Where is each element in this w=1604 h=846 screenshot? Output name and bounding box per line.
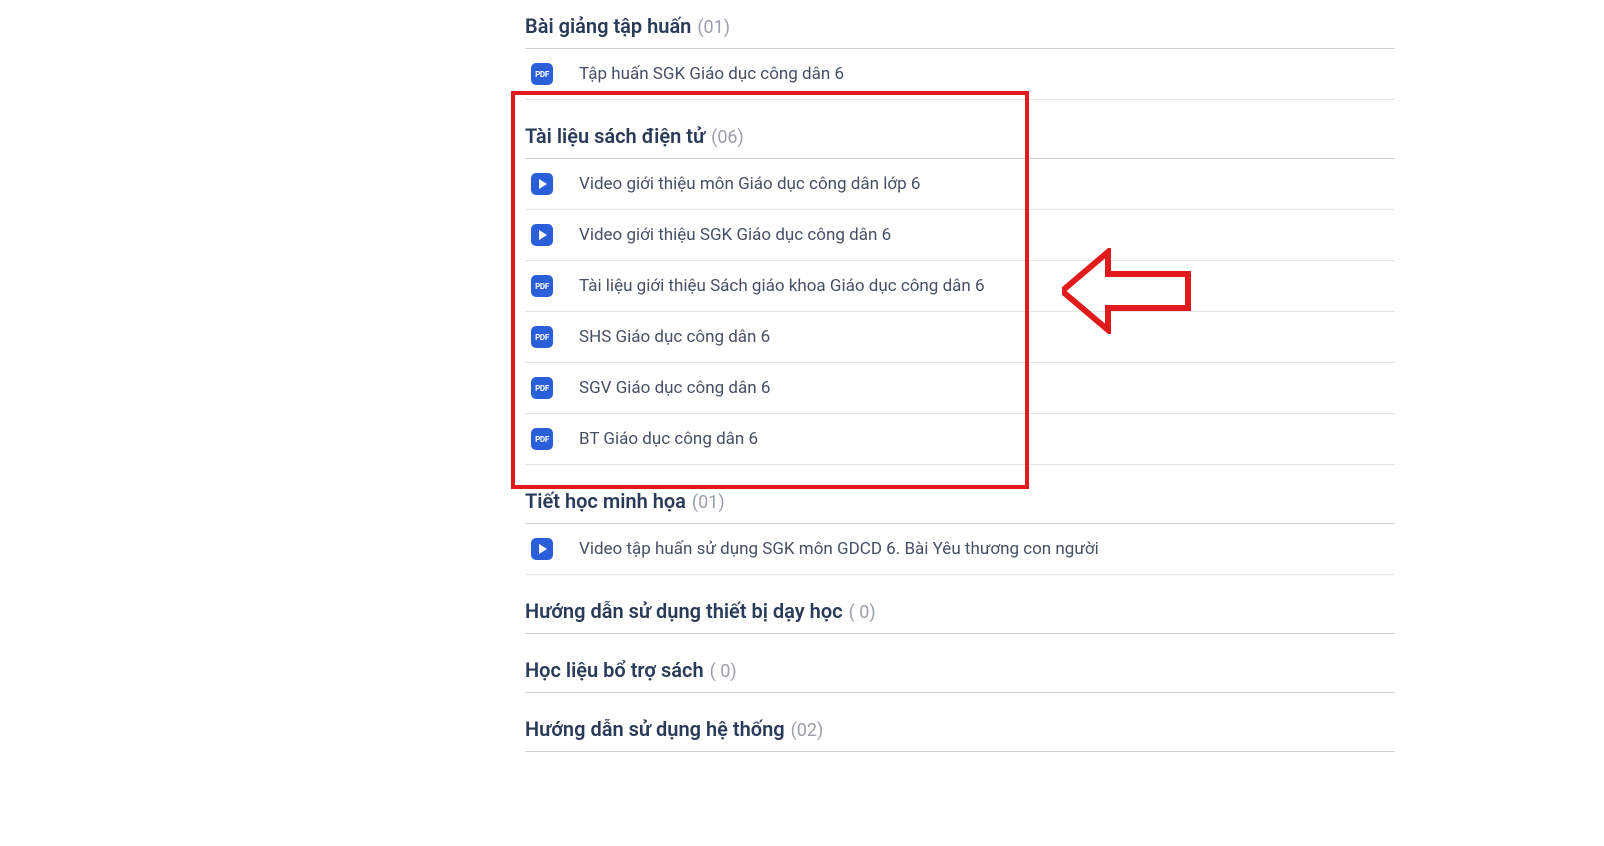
video-icon (531, 173, 553, 195)
section-header: Hướng dẫn sử dụng thiết bị dạy học ( 0) (525, 585, 1395, 634)
section-header: Hướng dẫn sử dụng hệ thống (02) (525, 703, 1395, 752)
section: Bài giảng tập huấn (01) Tập huấn SGK Giáo … (525, 0, 1395, 100)
video-icon (531, 224, 553, 246)
list-item-label: BT Giáo dục công dân 6 (579, 429, 758, 449)
list-item[interactable]: Video giới thiệu môn Giáo dục công dân l… (525, 159, 1395, 210)
section-count: ( 0) (710, 661, 737, 682)
section-header: Tiết học minh họa (01) (525, 475, 1395, 524)
section-count: (02) (791, 720, 824, 741)
section-header: Học liệu bổ trợ sách ( 0) (525, 644, 1395, 693)
video-icon (531, 538, 553, 560)
pdf-icon (531, 63, 553, 85)
section-title: Hướng dẫn sử dụng hệ thống (525, 717, 785, 741)
list-item-label: Tài liệu giới thiệu Sách giáo khoa Giáo … (579, 276, 985, 296)
section-header: Bài giảng tập huấn (01) (525, 0, 1395, 49)
list-item-label: SHS Giáo dục công dân 6 (579, 327, 770, 347)
section-count: ( 0) (849, 602, 876, 623)
section: Hướng dẫn sử dụng hệ thống (02) (525, 703, 1395, 752)
list-item-label: Video giới thiệu SGK Giáo dục công dân 6 (579, 225, 891, 245)
list-item-label: Tập huấn SGK Giáo dục công dân 6 (579, 64, 844, 84)
pdf-icon (531, 326, 553, 348)
section: Hướng dẫn sử dụng thiết bị dạy học ( 0) (525, 585, 1395, 634)
section-header: Tài liệu sách điện tử (06) (525, 110, 1395, 159)
list-item-label: SGV Giáo dục công dân 6 (579, 378, 770, 398)
section: Tiết học minh họa (01) Video tập huấn sử d… (525, 475, 1395, 575)
section-count: (06) (711, 127, 744, 148)
list-item[interactable]: BT Giáo dục công dân 6 (525, 414, 1395, 465)
section-count: (01) (697, 17, 730, 38)
pdf-icon (531, 428, 553, 450)
section-title: Hướng dẫn sử dụng thiết bị dạy học (525, 599, 843, 623)
list-item[interactable]: Video giới thiệu SGK Giáo dục công dân 6 (525, 210, 1395, 261)
pdf-icon (531, 377, 553, 399)
pdf-icon (531, 275, 553, 297)
section: Học liệu bổ trợ sách ( 0) (525, 644, 1395, 693)
list-item[interactable]: Video tập huấn sử dụng SGK môn GDCD 6. B… (525, 524, 1395, 575)
section-title: Bài giảng tập huấn (525, 14, 691, 38)
section-title: Tiết học minh họa (525, 489, 686, 513)
list-item[interactable]: SGV Giáo dục công dân 6 (525, 363, 1395, 414)
list-item[interactable]: Tài liệu giới thiệu Sách giáo khoa Giáo … (525, 261, 1395, 312)
list-item-label: Video giới thiệu môn Giáo dục công dân l… (579, 174, 920, 194)
section-title: Học liệu bổ trợ sách (525, 658, 704, 682)
list-item[interactable]: Tập huấn SGK Giáo dục công dân 6 (525, 49, 1395, 100)
list-item-label: Video tập huấn sử dụng SGK môn GDCD 6. B… (579, 539, 1099, 559)
section-count: (01) (692, 492, 725, 513)
list-item[interactable]: SHS Giáo dục công dân 6 (525, 312, 1395, 363)
section-title: Tài liệu sách điện tử (525, 124, 705, 148)
section: Tài liệu sách điện tử (06) Video giới thiệ… (525, 110, 1395, 465)
